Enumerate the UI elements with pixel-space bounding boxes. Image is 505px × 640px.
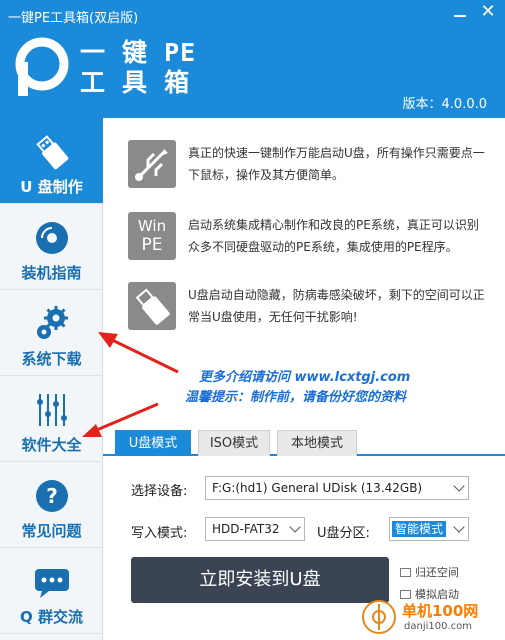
write-mode-select[interactable]: HDD-FAT32 xyxy=(205,517,305,541)
usb-drive-icon xyxy=(36,135,69,170)
close-button[interactable]: ✕ xyxy=(477,2,499,22)
arrow-to-system-download xyxy=(98,332,179,374)
watermark-domain: danji100.com xyxy=(404,621,472,632)
chevron-down-icon xyxy=(289,521,301,533)
question-icon: ? xyxy=(36,480,68,512)
app-header: 一键PE工具箱(双启版) ✕ 一 键 PE 工 具 箱 版本：4.0.0.0 xyxy=(0,0,505,118)
write-mode-label: 写入模式: xyxy=(131,526,188,541)
watermark-logo-icon xyxy=(362,600,396,634)
circuit-icon xyxy=(37,394,67,426)
sidebar-item-qq-group[interactable]: Q 群交流 xyxy=(0,548,103,634)
install-to-usb-button[interactable]: 立即安装到U盘 xyxy=(131,557,389,603)
sidebar-item-label: 软件大全 xyxy=(21,436,82,454)
usb-stick-icon xyxy=(128,282,176,330)
partition-label: U盘分区: xyxy=(317,526,370,541)
sidebar-item-label: 系统下载 xyxy=(21,350,82,368)
mode-tabs: U盘模式 ISO模式 本地模式 xyxy=(103,430,505,456)
promo-website-text: 更多介绍请访问 www.lcxtgj.com xyxy=(199,370,411,385)
chat-icon xyxy=(35,569,69,598)
restore-space-option[interactable]: 归还空间 xyxy=(400,564,459,580)
sidebar: U 盘制作 装机指南 系统下载 软件大全 ? 常见问题 Q 群交流 xyxy=(0,118,103,640)
device-select[interactable]: F:G:(hd1) General UDisk (13.42GB) xyxy=(205,476,469,500)
checkbox-icon xyxy=(400,568,411,577)
logo-line-1: 一 键 PE xyxy=(80,38,197,67)
sidebar-item-faq[interactable]: ? 常见问题 xyxy=(0,462,103,548)
disc-icon xyxy=(36,222,68,254)
option-label: 归还空间 xyxy=(415,566,459,579)
sidebar-item-system-download[interactable]: 系统下载 xyxy=(0,290,103,376)
logo-line-2: 工 具 箱 xyxy=(80,68,191,97)
site-watermark: 单机100网 danji100.com xyxy=(358,596,505,640)
chevron-down-icon xyxy=(453,480,465,492)
tab-local-mode[interactable]: 本地模式 xyxy=(277,430,357,456)
partition-select[interactable]: 智能模式 xyxy=(389,517,469,541)
logo-text: 一 键 PE 工 具 箱 xyxy=(80,38,196,98)
sidebar-item-install-guide[interactable]: 装机指南 xyxy=(0,204,103,290)
sidebar-item-label: 装机指南 xyxy=(21,264,82,282)
tab-usb-mode[interactable]: U盘模式 xyxy=(115,430,191,456)
feature-text: U盘启动自动隐藏，防病毒感染破坏，剩下的空间可以正常当U盘使用，无任何干扰影响! xyxy=(188,288,485,324)
sidebar-item-label: U 盘制作 xyxy=(20,178,83,196)
app-logo-icon xyxy=(15,37,69,96)
win-pe-icon-line-2: PE xyxy=(141,235,163,255)
win-pe-icon-line-1: Win xyxy=(137,217,167,235)
usb-symbol-icon xyxy=(128,140,176,188)
promo-tip-text: 温馨提示：制作前，请备份好您的资料 xyxy=(185,390,407,405)
sidebar-item-software[interactable]: 软件大全 xyxy=(0,376,103,462)
device-select-value: F:G:(hd1) General UDisk (13.42GB) xyxy=(212,481,423,495)
window-title: 一键PE工具箱(双启版) xyxy=(8,11,139,26)
minimize-button[interactable] xyxy=(449,4,471,22)
partition-select-value: 智能模式 xyxy=(392,521,447,537)
device-label: 选择设备: xyxy=(131,484,188,499)
watermark-text: 单机100网 xyxy=(402,602,479,620)
feature-text: 真正的快速一键制作万能启动U盘，所有操作只需要点一下鼠标，操作及其方便简单。 xyxy=(188,146,485,182)
version-label: 版本：4.0.0.0 xyxy=(402,97,487,112)
win-pe-icon: Win PE xyxy=(128,212,176,260)
sidebar-item-label: Q 群交流 xyxy=(20,608,83,626)
tab-iso-mode[interactable]: ISO模式 xyxy=(198,430,270,456)
gears-icon xyxy=(37,306,68,339)
sidebar-item-usb-make[interactable]: U 盘制作 xyxy=(0,118,103,204)
chevron-down-icon xyxy=(453,521,465,533)
feature-text: 启动系统集成精心制作和改良的PE系统，真正可以识别众多不同硬盘驱动的PE系统，集… xyxy=(188,218,479,254)
write-mode-select-value: HDD-FAT32 xyxy=(212,522,280,536)
svg-text:?: ? xyxy=(46,484,58,508)
sidebar-item-label: 常见问题 xyxy=(21,522,82,540)
